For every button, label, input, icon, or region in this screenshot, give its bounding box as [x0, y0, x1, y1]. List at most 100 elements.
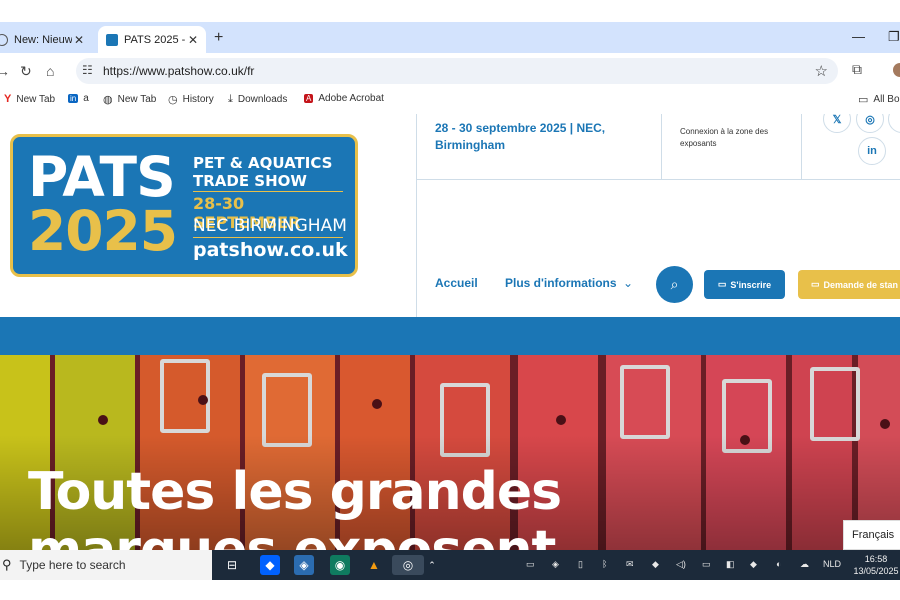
clock-date: 13/05/2025	[853, 566, 899, 576]
mail-icon[interactable]: ✉	[626, 559, 634, 570]
yandex-icon: Y	[4, 93, 12, 105]
chevron-down-icon[interactable]: ⌄	[623, 276, 633, 290]
bookmark-label: Downloads	[237, 94, 288, 105]
bluetooth-icon[interactable]: ᛒ	[602, 559, 607, 569]
divider	[801, 114, 802, 179]
stand-label: Demande de stan	[823, 279, 899, 290]
usb-icon[interactable]: ▯	[578, 559, 583, 570]
tab-nieuws[interactable]: New: Nieuws ✕	[0, 26, 92, 53]
bookmark-label: History	[182, 94, 214, 105]
tab-title: New: Nieuws	[14, 33, 72, 46]
close-icon[interactable]: ✕	[186, 33, 200, 47]
dropbox-tray-icon[interactable]: ◆	[652, 559, 659, 570]
tab-pats[interactable]: PATS 2025 - S ✕	[98, 26, 206, 53]
address-bar[interactable]: ☷ https://www.patshow.co.uk/fr ☆	[76, 58, 838, 84]
close-icon[interactable]: ✕	[72, 33, 86, 47]
taskbar-clock[interactable]: 16:58 13/05/2025	[846, 553, 900, 577]
blue-band	[0, 317, 900, 355]
linkedin-icon[interactable]: in	[858, 137, 886, 165]
logo-line: PET & AQUATICS	[193, 154, 333, 172]
defender-icon[interactable]: ◈	[294, 555, 314, 575]
vlc-icon[interactable]: ▲	[364, 555, 384, 575]
bookmark-label: Adobe Acrobat	[318, 93, 384, 104]
browser-tab-bar: New: Nieuws ✕ PATS 2025 - S ✕	[0, 22, 900, 53]
minimize-icon[interactable]: —	[852, 29, 865, 44]
taskbar: ⚲ Type here to search ⊟ ◆ ◈ ◉ ▲ ◎ ⌃ ▭ ◈ …	[0, 550, 900, 580]
new-tab-button[interactable]: +	[214, 29, 223, 47]
bookmark-new-tab[interactable]: Y New Tab	[4, 93, 55, 105]
logo-line: NEC BIRMINGHAM	[193, 216, 347, 236]
acrobat-icon: A	[304, 94, 314, 103]
chevron-up-down-icon[interactable]: ⌃	[426, 555, 438, 575]
url-text[interactable]: https://www.patshow.co.uk/fr	[103, 64, 254, 78]
tab-title: PATS 2025 - S	[124, 33, 186, 46]
reload-icon[interactable]: ↻	[20, 63, 32, 80]
linkedin-icon: in	[68, 94, 79, 103]
search-button[interactable]: ⌕	[656, 266, 693, 303]
hero-image: Toutes les grandes marques exposent	[0, 355, 900, 554]
tray-icon[interactable]: ▭	[526, 559, 535, 570]
pats-logo[interactable]: PATS 2025 PET & AQUATICS TRADE SHOW 28-3…	[10, 134, 358, 277]
home-icon[interactable]: ⌂	[46, 63, 54, 79]
stand-request-button[interactable]: ▭ Demande de stan	[798, 270, 900, 299]
input-language[interactable]: NLD	[823, 559, 841, 569]
instagram-icon[interactable]: ◎	[856, 114, 884, 133]
bookmark-label: All Bo	[873, 94, 900, 105]
top-strip	[0, 0, 900, 22]
globe-icon: ◍	[103, 94, 113, 106]
clock-time: 16:58	[864, 554, 888, 564]
nav-more-info[interactable]: Plus d'informations	[505, 276, 617, 290]
bottom-strip	[0, 580, 900, 600]
taskbar-search[interactable]: ⚲ Type here to search	[0, 550, 212, 580]
bookmark-star-icon[interactable]: ☆	[815, 62, 828, 80]
search-icon: ⚲	[2, 557, 12, 572]
bookmark-new-tab-2[interactable]: ◍ New Tab	[103, 93, 156, 106]
language-selector[interactable]: Français	[843, 520, 900, 550]
x-icon[interactable]: 𝕏	[823, 114, 851, 133]
edge-icon[interactable]: ◉	[330, 555, 350, 575]
bookmark-label: a	[83, 93, 89, 104]
ticket-icon: ▭	[717, 279, 727, 289]
bookmark-linkedin[interactable]: in a	[68, 93, 89, 104]
register-button[interactable]: ▭ S'inscrire	[704, 270, 785, 299]
history-icon: ◷	[168, 94, 178, 106]
dropbox-icon[interactable]: ◆	[260, 555, 280, 575]
restore-icon[interactable]: ❐	[888, 29, 900, 45]
bookmark-all[interactable]: ▭ All Bo	[858, 93, 900, 106]
logo-divider	[193, 237, 343, 238]
screen: New: Nieuws ✕ PATS 2025 - S ✕ + — ❐ → ↻ …	[0, 0, 900, 600]
avatar[interactable]	[893, 63, 900, 77]
teams-icon[interactable]: ◐	[776, 559, 781, 569]
forward-icon[interactable]: →	[0, 63, 10, 79]
tab-favicon-icon	[0, 33, 8, 46]
nav-home[interactable]: Accueil	[435, 276, 478, 290]
facebook-icon[interactable]	[888, 114, 900, 133]
logo-line: TRADE SHOW	[193, 172, 307, 190]
bookmark-acrobat[interactable]: A Adobe Acrobat	[304, 93, 384, 104]
speaker-icon[interactable]: ◁)	[676, 559, 686, 570]
ticket-icon: ▭	[811, 279, 820, 289]
bookmark-downloads[interactable]: ⤓ Downloads	[228, 93, 287, 106]
security-icon[interactable]: ◆	[750, 559, 757, 570]
chrome-icon[interactable]: ◎	[392, 555, 424, 575]
bookmark-label: New Tab	[117, 94, 157, 105]
extensions-icon[interactable]: ⧉	[852, 61, 862, 78]
shield-icon[interactable]: ◈	[552, 559, 559, 570]
exhibitor-login-link[interactable]: Connexion à la zone des exposants	[680, 126, 790, 150]
address-row: → ↻ ⌂ ☷ https://www.patshow.co.uk/fr ☆	[0, 53, 900, 89]
onedrive-icon[interactable]: ☁	[800, 559, 809, 570]
task-view-icon[interactable]: ⊟	[222, 555, 242, 575]
bookmark-history[interactable]: ◷ History	[168, 93, 214, 106]
battery-icon[interactable]: ▭	[702, 559, 711, 570]
outlook-icon[interactable]: ◧	[726, 559, 735, 570]
pats-favicon-icon	[106, 33, 118, 46]
register-label: S'inscrire	[730, 279, 772, 290]
divider	[416, 114, 417, 317]
hero-title: Toutes les grandes marques exposent	[28, 462, 562, 554]
site-settings-icon[interactable]: ☷	[82, 63, 93, 77]
folder-icon: ▭	[858, 94, 869, 106]
search-icon: ⌕	[670, 276, 679, 292]
download-icon: ⤓	[228, 93, 233, 105]
search-placeholder: Type here to search	[19, 558, 126, 572]
divider	[661, 114, 662, 179]
